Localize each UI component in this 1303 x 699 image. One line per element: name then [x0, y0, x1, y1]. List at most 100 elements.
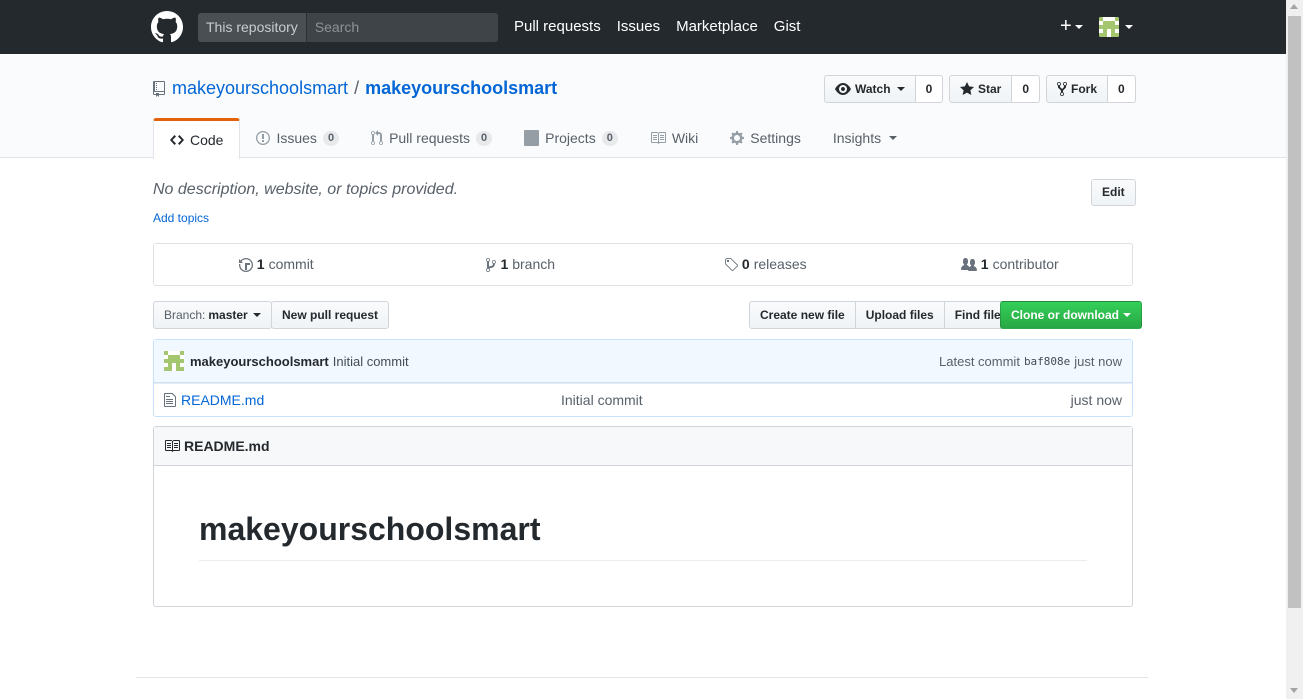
repo-name-link[interactable]: makeyourschoolsmart — [365, 78, 557, 99]
chevron-down-icon — [896, 87, 905, 91]
scroll-down-arrow-icon[interactable] — [1290, 688, 1298, 693]
tab-wiki[interactable]: Wiki — [634, 118, 714, 158]
header-nav-issues[interactable]: Issues — [617, 18, 660, 35]
pulls-counter: 0 — [476, 130, 493, 146]
chevron-down-icon — [1125, 25, 1133, 29]
scrollbar-thumb[interactable] — [1288, 16, 1301, 608]
watch-count[interactable]: 0 — [915, 75, 944, 103]
header-search[interactable]: This repository Search — [198, 13, 498, 42]
tag-icon — [724, 257, 738, 273]
commit-age: just now — [1074, 353, 1122, 369]
site-header: This repository Search Pull requests Iss… — [0, 0, 1286, 54]
branch-select-button[interactable]: Branch: master — [153, 301, 272, 329]
star-icon — [960, 81, 974, 97]
create-new-menu[interactable]: + — [1060, 16, 1083, 36]
divider — [136, 677, 1148, 678]
contributors-label: contributor — [992, 256, 1059, 272]
tab-pull-requests-label: Pull requests — [389, 130, 470, 146]
add-topics-link[interactable]: Add topics — [153, 211, 209, 225]
issue-icon — [256, 130, 271, 146]
file-age: just now — [1070, 392, 1122, 408]
commit-author-link[interactable]: makeyourschoolsmart — [190, 354, 329, 369]
readme-header: README.md — [154, 427, 1132, 466]
repo-numbers-summary: 1 commit 1 branch 0 releases 1 contribut… — [153, 243, 1133, 286]
star-label: Star — [978, 82, 1002, 96]
project-icon — [524, 130, 540, 146]
scroll-up-arrow-icon[interactable] — [1290, 4, 1298, 9]
releases-label: releases — [753, 256, 807, 272]
repo-owner-link[interactable]: makeyourschoolsmart — [172, 78, 348, 99]
fork-count[interactable]: 0 — [1108, 75, 1136, 103]
commits-label: commit — [268, 256, 314, 272]
tab-issues[interactable]: Issues 0 — [240, 118, 355, 158]
file-commit-message-link[interactable]: Initial commit — [561, 392, 861, 408]
people-icon — [960, 257, 977, 273]
tab-code[interactable]: Code — [153, 118, 241, 159]
tab-pull-requests[interactable]: Pull requests 0 — [355, 118, 508, 158]
tab-insights-label: Insights — [832, 130, 882, 146]
header-nav: Pull requests Issues Marketplace Gist — [514, 18, 800, 35]
search-input[interactable]: Search — [307, 13, 498, 42]
releases-link[interactable]: 0 releases — [643, 244, 888, 285]
fork-control: Fork 0 — [1046, 75, 1136, 103]
contributors-count: 1 — [980, 256, 989, 272]
clone-or-download-button[interactable]: Clone or download — [1000, 301, 1142, 329]
chevron-down-icon — [252, 313, 261, 317]
edit-button[interactable]: Edit — [1091, 179, 1136, 206]
fork-button[interactable]: Fork — [1046, 75, 1109, 103]
watch-button[interactable]: Watch — [824, 75, 916, 103]
tab-insights[interactable]: Insights — [817, 118, 913, 158]
branches-link[interactable]: 1 branch — [399, 244, 644, 285]
avatar — [1099, 17, 1119, 37]
commit-sha-link[interactable]: baf808e — [1024, 355, 1070, 368]
branch-name: master — [208, 308, 248, 322]
file-table: makeyourschoolsmart Initial commit Lates… — [153, 339, 1133, 417]
commits-link[interactable]: 1 commit — [154, 244, 399, 285]
new-pull-request-button[interactable]: New pull request — [271, 301, 390, 329]
projects-counter: 0 — [601, 130, 618, 146]
avatar[interactable] — [164, 351, 184, 371]
history-icon — [238, 257, 253, 273]
table-row: README.md Initial commit just now — [154, 383, 1132, 416]
repo-nav: Code Issues 0 Pull requests 0 Projects 0… — [153, 118, 913, 159]
branches-count: 1 — [500, 256, 509, 272]
releases-count: 0 — [741, 256, 750, 272]
repo-title: makeyourschoolsmart / makeyourschoolsmar… — [153, 78, 557, 99]
commit-tease: makeyourschoolsmart Initial commit Lates… — [154, 340, 1132, 383]
header-nav-marketplace[interactable]: Marketplace — [676, 18, 758, 35]
branches-label: branch — [512, 256, 556, 272]
tab-issues-label: Issues — [276, 130, 317, 146]
github-logo-icon[interactable] — [151, 11, 183, 43]
vertical-scrollbar[interactable] — [1286, 0, 1303, 699]
watch-control: Watch 0 — [824, 75, 944, 103]
star-button[interactable]: Star — [949, 75, 1013, 103]
commit-message-link[interactable]: Initial commit — [333, 354, 409, 369]
contributors-link[interactable]: 1 contributor — [888, 244, 1133, 285]
readme-filename: README.md — [184, 438, 270, 454]
watch-label: Watch — [855, 82, 891, 96]
divider — [199, 560, 1087, 561]
commit-meta: Latest commit baf808e just now — [939, 354, 1122, 369]
file-actions-group: Create new file Upload files Find file — [749, 301, 1012, 329]
chevron-down-icon — [1074, 24, 1083, 29]
file-name-link[interactable]: README.md — [181, 392, 561, 408]
tab-settings[interactable]: Settings — [714, 118, 817, 158]
commits-count: 1 — [256, 256, 265, 272]
upload-files-button[interactable]: Upload files — [854, 301, 945, 329]
star-control: Star 0 — [949, 75, 1041, 103]
branch-prefix: Branch: — [164, 308, 206, 322]
repo-path-separator: / — [354, 78, 360, 98]
fork-label: Fork — [1071, 82, 1098, 96]
user-menu[interactable] — [1099, 17, 1133, 37]
book-icon — [164, 438, 180, 454]
gear-icon — [730, 130, 745, 146]
header-nav-gist[interactable]: Gist — [774, 18, 801, 35]
header-nav-pull-requests[interactable]: Pull requests — [514, 18, 601, 35]
star-count[interactable]: 0 — [1012, 75, 1041, 103]
file-icon — [164, 392, 176, 408]
readme-heading: makeyourschoolsmart — [199, 511, 541, 547]
create-new-file-button[interactable]: Create new file — [749, 301, 856, 329]
fork-icon — [1057, 81, 1067, 97]
chevron-down-icon — [1123, 313, 1131, 317]
tab-projects[interactable]: Projects 0 — [508, 118, 634, 158]
